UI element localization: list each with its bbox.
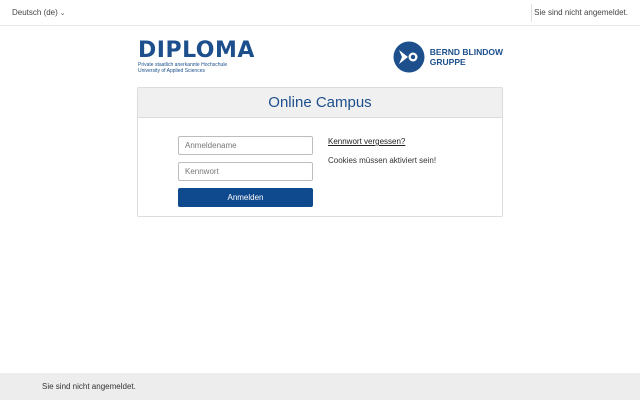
bernd-blindow-mark-icon — [393, 41, 425, 73]
language-label: Deutsch (de) — [12, 8, 58, 17]
footer-login-status: Sie sind nicht angemeldet. — [42, 382, 136, 391]
bernd-blindow-line-1: BERND BLINDOW — [429, 47, 503, 57]
diploma-logo: DIPLOMA Private staatlich anerkannte Hoc… — [138, 38, 255, 75]
page-title: Online Campus — [268, 94, 372, 111]
diploma-subtitle-2: University of Applied Sciences — [138, 68, 205, 74]
logo-bar: DIPLOMA Private staatlich anerkannte Hoc… — [138, 40, 503, 82]
page-footer: Sie sind nicht angemeldet. — [0, 373, 640, 400]
diploma-wordmark: DIPLOMA — [138, 38, 255, 63]
login-status: Sie sind nicht angemeldet. — [534, 8, 628, 17]
bernd-blindow-logo: BERND BLINDOW GRUPPE — [393, 41, 503, 73]
cookies-notice: Cookies müssen aktiviert sein! — [328, 156, 437, 165]
login-card-header: Online Campus — [138, 88, 502, 118]
login-button[interactable]: Anmelden — [178, 188, 313, 207]
chevron-down-icon: ⌄ — [59, 9, 66, 17]
language-menu[interactable]: Deutsch (de) ⌄ — [12, 8, 66, 17]
forgot-password-link[interactable]: Kennwort vergessen? — [328, 137, 405, 146]
password-input[interactable] — [178, 162, 313, 181]
top-navbar: Deutsch (de) ⌄ Sie sind nicht angemeldet… — [0, 0, 640, 26]
login-card: Online Campus Anmelden Kennwort vergesse… — [137, 87, 503, 217]
bernd-blindow-line-2: GRUPPE — [429, 57, 466, 67]
navbar-divider — [531, 4, 532, 22]
bernd-blindow-text: BERND BLINDOW GRUPPE — [430, 47, 503, 67]
username-input[interactable] — [178, 136, 313, 155]
